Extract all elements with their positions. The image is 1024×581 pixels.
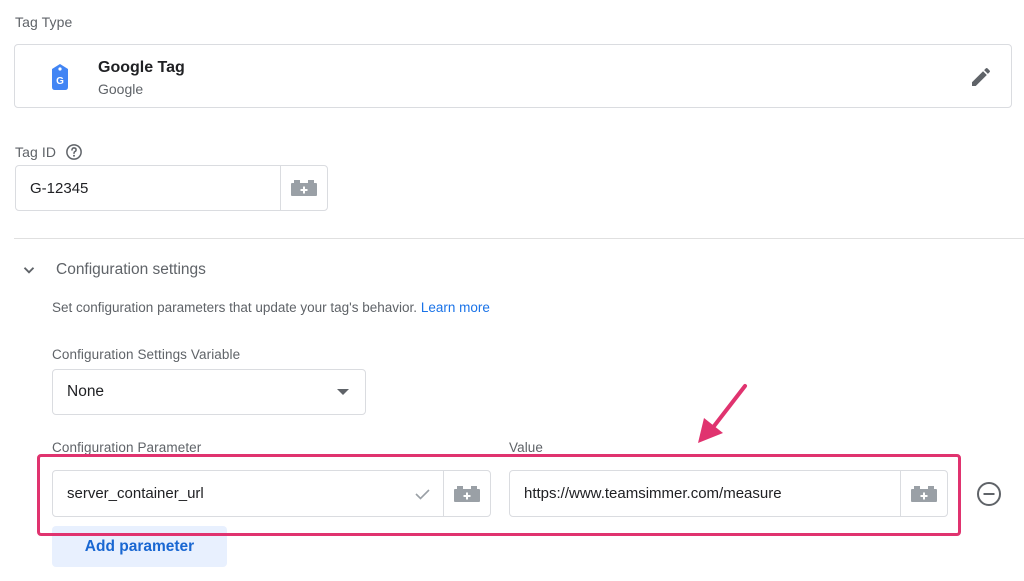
param-name-field — [52, 470, 491, 517]
settings-variable-label: Configuration Settings Variable — [52, 347, 241, 362]
param-column-label: Configuration Parameter — [52, 440, 202, 455]
variable-brick-icon — [454, 485, 480, 502]
svg-text:G: G — [56, 76, 64, 87]
settings-variable-value: None — [67, 383, 105, 400]
annotation-arrow-icon — [698, 384, 747, 443]
param-value-input[interactable] — [510, 471, 900, 516]
pencil-icon[interactable] — [969, 65, 993, 89]
tag-type-name: Google Tag — [98, 59, 185, 76]
tag-id-variable-button[interactable] — [280, 166, 327, 210]
dropdown-caret-icon — [337, 389, 349, 395]
learn-more-link[interactable]: Learn more — [421, 300, 490, 315]
param-name-input[interactable] — [53, 471, 403, 516]
config-section-title[interactable]: Configuration settings — [56, 261, 206, 279]
variable-brick-icon — [291, 180, 317, 196]
check-icon — [415, 489, 430, 500]
settings-variable-select[interactable]: None — [52, 369, 366, 415]
param-name-variable-button[interactable] — [443, 471, 490, 516]
help-circle-icon[interactable] — [65, 143, 83, 161]
param-value-variable-button[interactable] — [900, 471, 947, 516]
config-description: Set configuration parameters that update… — [52, 300, 490, 315]
add-parameter-button[interactable]: Add parameter — [52, 526, 227, 567]
value-column-label: Value — [509, 440, 544, 455]
param-value-field — [509, 470, 948, 517]
chevron-down-icon[interactable] — [20, 261, 38, 279]
section-divider — [14, 238, 1024, 239]
tag-id-label: Tag ID — [15, 144, 57, 160]
remove-row-icon[interactable] — [976, 481, 1002, 507]
tag-type-vendor: Google — [98, 81, 144, 97]
tag-editor-page: Tag Type G Google Tag Google Tag ID G-12… — [0, 0, 1024, 581]
google-tag-icon: G — [52, 64, 68, 90]
tag-id-field — [15, 165, 328, 211]
tag-id-input[interactable] — [16, 166, 280, 210]
variable-brick-icon — [911, 485, 937, 502]
config-description-text: Set configuration parameters that update… — [52, 300, 418, 315]
tag-type-label: Tag Type — [15, 14, 73, 30]
tag-type-card[interactable]: G Google Tag Google — [14, 44, 1012, 108]
